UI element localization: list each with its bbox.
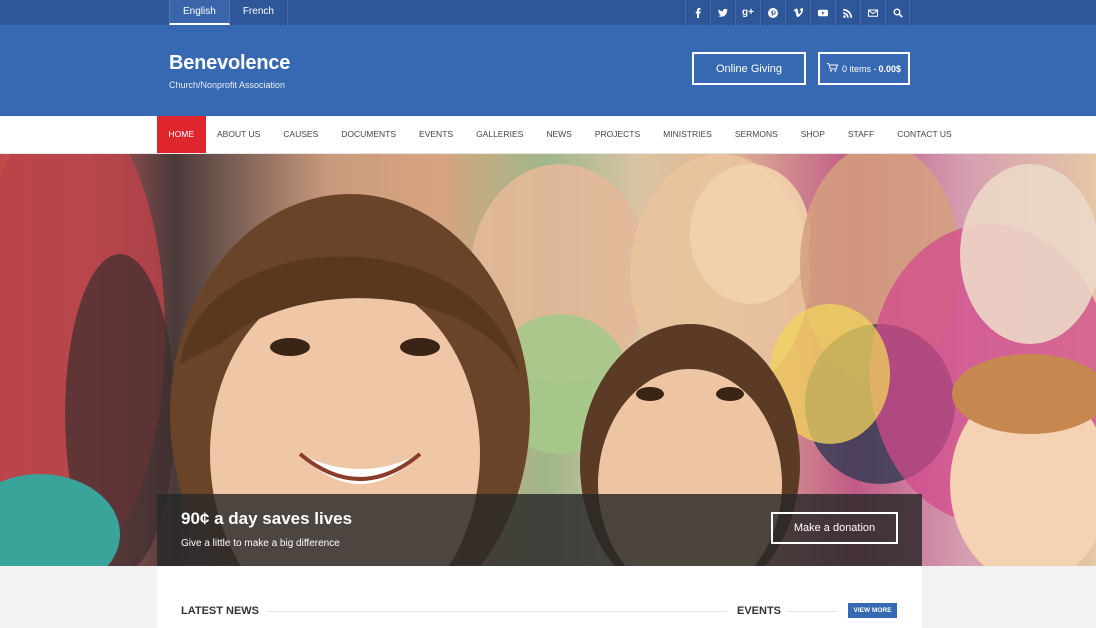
nav-item-staff[interactable]: STAFF bbox=[836, 116, 885, 153]
nav-item-home[interactable]: HOME bbox=[157, 116, 206, 153]
google-plus-icon[interactable]: g+ bbox=[735, 0, 760, 25]
top-bar: English French g+ bbox=[0, 0, 1096, 25]
site-title[interactable]: Benevolence bbox=[169, 52, 290, 75]
nav-item-ministries[interactable]: MINISTRIES bbox=[652, 116, 724, 153]
view-more-button[interactable]: VIEW MORE bbox=[848, 603, 897, 618]
pinterest-icon[interactable] bbox=[760, 0, 785, 25]
site-tagline: Church/Nonprofit Association bbox=[169, 80, 286, 90]
nav-item-documents[interactable]: DOCUMENTS bbox=[330, 116, 408, 153]
make-donation-button[interactable]: Make a donation bbox=[771, 512, 898, 544]
nav-item-sermons[interactable]: SERMONS bbox=[723, 116, 789, 153]
online-giving-button[interactable]: Online Giving bbox=[692, 52, 806, 85]
cart-button[interactable]: 0 items - 0.00$ bbox=[818, 52, 910, 85]
cart-icon bbox=[826, 62, 839, 75]
language-switcher: English French bbox=[169, 0, 288, 25]
nav-item-galleries[interactable]: GALLERIES bbox=[465, 116, 535, 153]
nav-list: HOME ABOUT US CAUSES DOCUMENTS EVENTS GA… bbox=[157, 116, 963, 153]
main-navigation: HOME ABOUT US CAUSES DOCUMENTS EVENTS GA… bbox=[0, 116, 1096, 154]
vimeo-icon[interactable] bbox=[785, 0, 810, 25]
divider bbox=[267, 611, 727, 612]
nav-item-shop[interactable]: SHOP bbox=[789, 116, 836, 153]
nav-item-about-us[interactable]: ABOUT US bbox=[206, 116, 272, 153]
cart-items-label: 0 items - bbox=[841, 63, 877, 74]
twitter-icon[interactable] bbox=[710, 0, 735, 25]
hero-title: 90¢ a day saves lives bbox=[181, 509, 353, 528]
youtube-icon[interactable] bbox=[810, 0, 835, 25]
hero-subtitle: Give a little to make a big difference bbox=[181, 538, 340, 549]
latest-news-heading: LATEST NEWS bbox=[181, 605, 260, 617]
language-english[interactable]: English bbox=[169, 0, 230, 25]
content-area: LATEST NEWS EVENTS VIEW MORE bbox=[157, 566, 922, 628]
facebook-icon[interactable] bbox=[685, 0, 710, 25]
divider bbox=[788, 611, 836, 612]
rss-icon[interactable] bbox=[835, 0, 860, 25]
hero-caption: 90¢ a day saves lives Give a little to m… bbox=[157, 494, 922, 566]
nav-item-events[interactable]: EVENTS bbox=[408, 116, 465, 153]
events-heading: EVENTS bbox=[737, 605, 782, 617]
site-header: Benevolence Church/Nonprofit Association… bbox=[0, 25, 1096, 116]
nav-item-contact-us[interactable]: CONTACT US bbox=[886, 116, 963, 153]
language-french[interactable]: French bbox=[230, 0, 288, 25]
cart-amount: 0.00$ bbox=[878, 63, 902, 74]
email-icon[interactable] bbox=[860, 0, 885, 25]
search-icon[interactable] bbox=[885, 0, 910, 25]
social-links: g+ bbox=[685, 0, 910, 25]
nav-item-news[interactable]: NEWS bbox=[535, 116, 584, 153]
nav-item-projects[interactable]: PROJECTS bbox=[583, 116, 651, 153]
nav-item-causes[interactable]: CAUSES bbox=[272, 116, 330, 153]
